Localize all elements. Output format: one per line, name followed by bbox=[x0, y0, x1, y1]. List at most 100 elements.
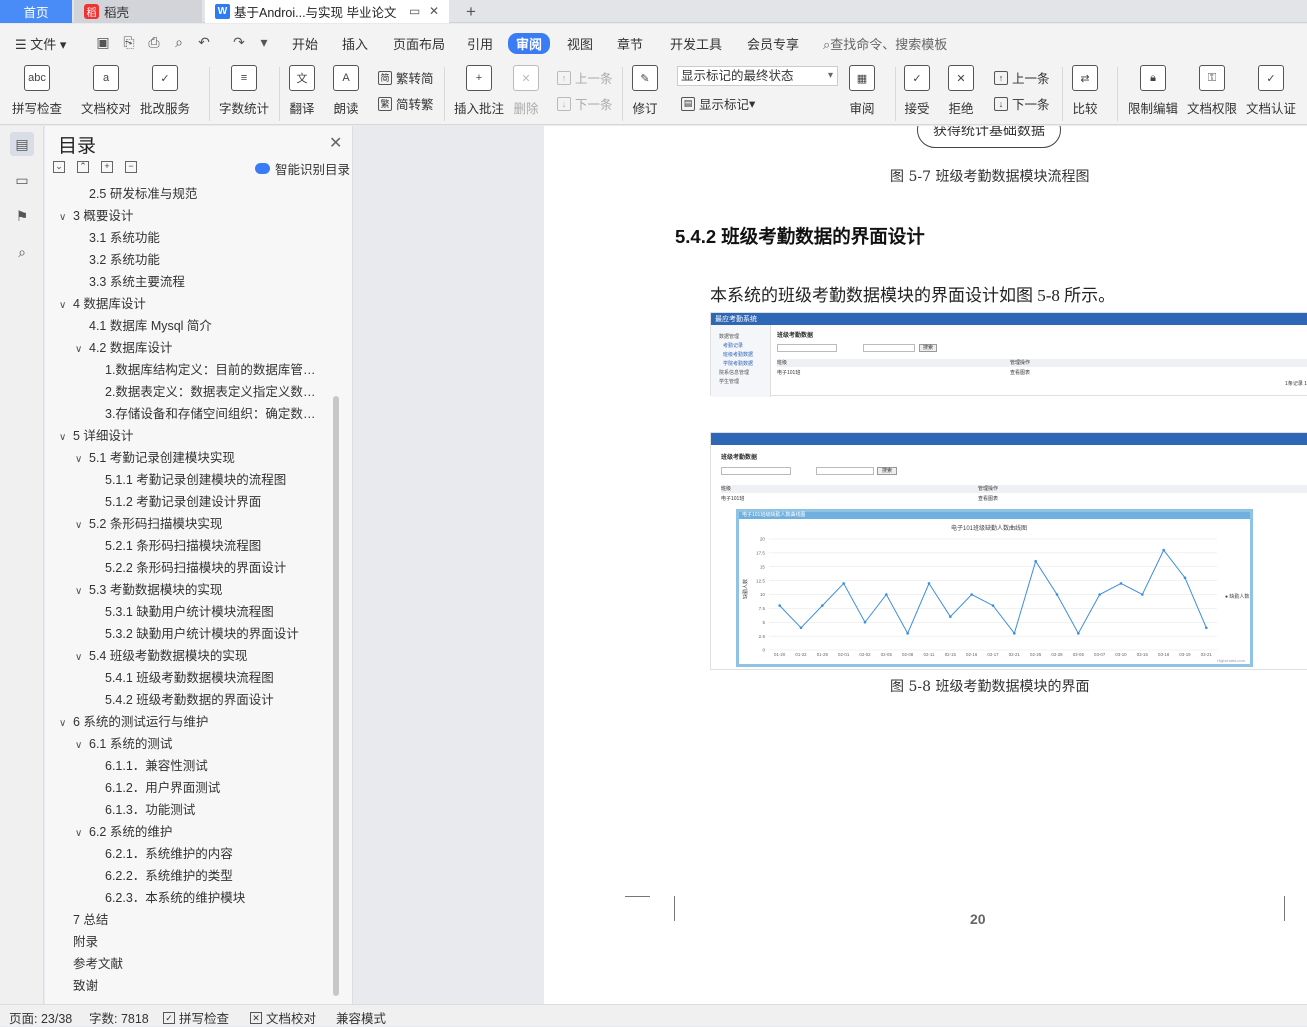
menu-review[interactable]: 审阅 bbox=[508, 33, 551, 54]
toc-item[interactable]: 5.2.2 条形码扫描模块的界面设计 bbox=[91, 557, 325, 579]
toc-item[interactable]: 5.1.2 考勤记录创建设计界面 bbox=[91, 491, 325, 513]
chevron-down-icon[interactable]: ∨ bbox=[59, 713, 73, 733]
reject-button[interactable]: ✕ 拒绝 bbox=[948, 65, 974, 117]
toc-item[interactable]: ∨ 5 详细设计 bbox=[59, 425, 325, 447]
toc-item[interactable]: 3.2 系统功能 bbox=[75, 249, 325, 271]
toc-item[interactable]: 3.3 系统主要流程 bbox=[75, 271, 325, 293]
toc-item[interactable]: 6.2.1．系统维护的内容 bbox=[91, 843, 325, 865]
toc-item[interactable]: ∨ 5.3 考勤数据模块的实现 bbox=[75, 579, 325, 601]
toc-item[interactable]: 5.3.2 缺勤用户统计模块的界面设计 bbox=[91, 623, 325, 645]
print-icon[interactable]: ⎙ bbox=[145, 33, 163, 51]
read-aloud-button[interactable]: A 朗读 bbox=[333, 65, 359, 117]
menu-member[interactable]: 会员专享 bbox=[747, 34, 799, 53]
toc-item[interactable]: ∨ 5.4 班级考勤数据模块的实现 bbox=[75, 645, 325, 667]
chevron-down-icon[interactable]: ∨ bbox=[75, 735, 89, 755]
toc-item[interactable]: ∨ 6.1 系统的测试 bbox=[75, 733, 325, 755]
doc-proofread-button[interactable]: a 文档校对 bbox=[81, 65, 131, 117]
save-icon[interactable]: ▣ bbox=[94, 33, 112, 51]
toc-item[interactable]: ∨ 4.2 数据库设计 bbox=[75, 337, 325, 359]
undo-icon[interactable]: ↶ bbox=[195, 33, 213, 51]
approve-service-button[interactable]: ✓ 批改服务 bbox=[140, 65, 190, 117]
toc-item[interactable]: ∨ 3 概要设计 bbox=[59, 205, 325, 227]
toc-item[interactable]: 2.5 研发标准与规范 bbox=[75, 183, 325, 205]
collapse-all-icon[interactable]: ⌄ bbox=[53, 161, 65, 173]
new-tab-button[interactable]: + bbox=[458, 0, 484, 23]
insert-comment-button[interactable]: + 插入批注 bbox=[454, 65, 504, 117]
page-indicator[interactable]: 页面: 23/38 bbox=[9, 1008, 72, 1027]
toc-item[interactable]: 4.1 数据库 Mysql 简介 bbox=[75, 315, 325, 337]
toc-item[interactable]: 5.3.1 缺勤用户统计模块流程图 bbox=[91, 601, 325, 623]
toc-item[interactable]: 5.2.1 条形码扫描模块流程图 bbox=[91, 535, 325, 557]
doc-permission-button[interactable]: ⚿ 文档权限 bbox=[1187, 65, 1237, 117]
chevron-down-icon[interactable]: ∨ bbox=[75, 449, 89, 469]
chevron-down-icon[interactable]: ∨ bbox=[59, 207, 73, 227]
toc-item[interactable]: 6.1.2．用户界面测试 bbox=[91, 777, 325, 799]
toc-panel-icon[interactable]: ▤ bbox=[10, 132, 34, 156]
toc-item[interactable]: 6.1.1．兼容性测试 bbox=[91, 755, 325, 777]
toc-item[interactable]: 5.4.1 班级考勤数据模块流程图 bbox=[91, 667, 325, 689]
toc-item[interactable]: 7 总结 bbox=[59, 909, 325, 931]
doc-auth-button[interactable]: ✓ 文档认证 bbox=[1246, 65, 1296, 117]
toc-item[interactable]: 致谢 bbox=[59, 975, 325, 997]
show-markup-button[interactable]: ▤ 显示标记 ▾ bbox=[681, 94, 755, 113]
smart-toc-button[interactable]: 智能识别目录 bbox=[255, 159, 350, 178]
print-preview-icon[interactable]: ⌕ bbox=[170, 33, 188, 51]
close-icon[interactable]: ✕ bbox=[329, 133, 342, 153]
prev-comment-button[interactable]: ↑ 上一条 bbox=[557, 68, 613, 87]
redo-icon[interactable]: ↷ bbox=[230, 33, 248, 51]
delete-comment-button[interactable]: ✕ 删除 bbox=[513, 65, 539, 117]
toc-item[interactable]: 3.1 系统功能 bbox=[75, 227, 325, 249]
export-pdf-icon[interactable]: ⎘ bbox=[120, 33, 138, 51]
toc-item[interactable]: ∨ 5.1 考勤记录创建模块实现 bbox=[75, 447, 325, 469]
chevron-down-icon[interactable]: ∨ bbox=[75, 515, 89, 535]
menu-view[interactable]: 视图 bbox=[567, 34, 593, 53]
chapter-nav-icon[interactable]: ▭ bbox=[10, 168, 34, 192]
chevron-down-icon[interactable]: ∨ bbox=[75, 823, 89, 843]
track-changes-button[interactable]: ✎ 修订 bbox=[632, 65, 658, 117]
compare-button[interactable]: ⇄ 比较 bbox=[1072, 65, 1098, 117]
command-search[interactable]: ⌕查找命令、搜索模板 bbox=[823, 34, 947, 53]
menu-insert[interactable]: 插入 bbox=[342, 34, 368, 53]
tab-document[interactable]: W 基于Androi...与实现 毕业论文 ▭ ✕ bbox=[205, 0, 449, 23]
bookmark-icon[interactable]: ⚑ bbox=[10, 204, 34, 228]
chevron-down-icon[interactable]: ∨ bbox=[59, 427, 73, 447]
menu-chapter[interactable]: 章节 bbox=[617, 34, 643, 53]
menu-start[interactable]: 开始 bbox=[292, 34, 318, 53]
chevron-down-icon[interactable]: ∨ bbox=[75, 581, 89, 601]
trad-to-simp-button[interactable]: 简繁转简 bbox=[378, 68, 434, 87]
word-count-button[interactable]: ≡ 字数统计 bbox=[219, 65, 269, 117]
chevron-down-icon[interactable]: ∨ bbox=[59, 295, 73, 315]
toc-item[interactable]: 5.4.2 班级考勤数据的界面设计 bbox=[91, 689, 325, 711]
review-pane-button[interactable]: ▦ 审阅 bbox=[849, 65, 875, 117]
menu-layout[interactable]: 页面布局 bbox=[393, 34, 445, 53]
toc-scrollbar[interactable] bbox=[333, 396, 339, 996]
menu-devtools[interactable]: 开发工具 bbox=[670, 34, 722, 53]
file-menu[interactable]: ☰ 文件 ▾ bbox=[15, 34, 66, 53]
spell-check-toggle[interactable]: ✓ 拼写检查 bbox=[163, 1008, 229, 1027]
menu-reference[interactable]: 引用 bbox=[467, 34, 493, 53]
toc-item[interactable]: 1.数据库结构定义：目前的数据库管理 ... bbox=[91, 359, 325, 381]
toc-item[interactable]: 参考文献 bbox=[59, 953, 325, 975]
next-change-button[interactable]: ↓ 下一条 bbox=[994, 94, 1050, 113]
toc-item[interactable]: 2.数据表定义：数据表定义指定义数据 ... bbox=[91, 381, 325, 403]
spell-check-button[interactable]: abc 拼写检查 bbox=[12, 65, 62, 117]
toc-item[interactable]: ∨ 6.2 系统的维护 bbox=[75, 821, 325, 843]
toc-item[interactable]: ∨ 5.2 条形码扫描模块实现 bbox=[75, 513, 325, 535]
next-comment-button[interactable]: ↓ 下一条 bbox=[557, 94, 613, 113]
toc-item[interactable]: 6.1.3．功能测试 bbox=[91, 799, 325, 821]
word-count-indicator[interactable]: 字数: 7818 bbox=[89, 1008, 149, 1027]
search-icon[interactable]: ⌕ bbox=[10, 240, 34, 264]
tab-daoke[interactable]: 稻稻壳 bbox=[74, 0, 202, 23]
monitor-icon[interactable]: ▭ bbox=[409, 4, 420, 18]
restrict-edit-button[interactable]: 🔒︎ 限制编辑 bbox=[1128, 65, 1178, 117]
chevron-down-icon[interactable]: ∨ bbox=[75, 647, 89, 667]
close-tab-icon[interactable]: ✕ bbox=[429, 4, 439, 18]
tab-home[interactable]: 首页 bbox=[0, 0, 72, 23]
toc-item[interactable]: 3.存储设备和存储空间组织：确定数据 ... bbox=[91, 403, 325, 425]
toc-item[interactable]: 5.1.1 考勤记录创建模块的流程图 bbox=[91, 469, 325, 491]
toc-item[interactable]: 6.2.3．本系统的维护模块 bbox=[91, 887, 325, 909]
toc-item[interactable]: 6.2.2．系统维护的类型 bbox=[91, 865, 325, 887]
prev-change-button[interactable]: ↑ 上一条 bbox=[994, 68, 1050, 87]
toc-item[interactable]: 附录 bbox=[59, 931, 325, 953]
toc-item[interactable]: ∨ 6 系统的测试运行与维护 bbox=[59, 711, 325, 733]
